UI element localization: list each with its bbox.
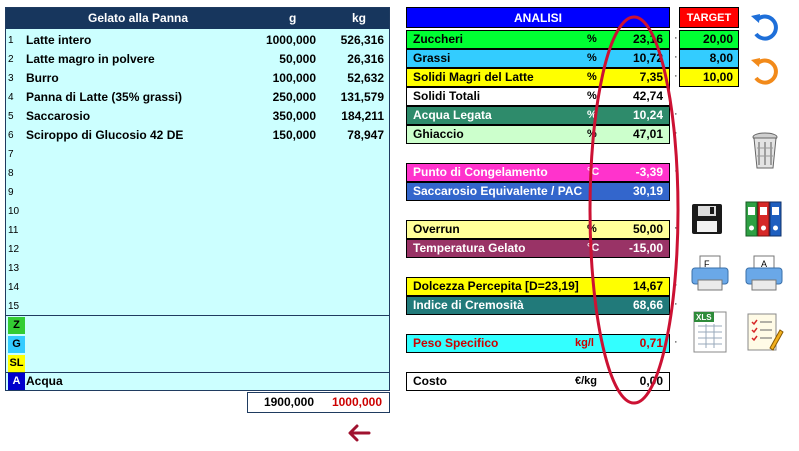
analysis-label: Peso Specifico bbox=[413, 336, 499, 350]
ingredient-name[interactable]: Burro bbox=[26, 69, 251, 88]
recipe-row[interactable]: 6 Sciroppo di Glucosio 42 DE 150,000 78,947 bbox=[6, 126, 389, 145]
row-number: 9 bbox=[8, 187, 14, 198]
undo-icon[interactable] bbox=[748, 10, 782, 44]
analysis-label: Dolcezza Percepita [D=23,19] bbox=[413, 279, 579, 293]
recipe-row[interactable]: 3 Burro 100,000 52,632 bbox=[6, 69, 389, 88]
row-number: 10 bbox=[8, 206, 20, 217]
row-number: 6 bbox=[8, 130, 14, 141]
ingredient-kg: 78,947 bbox=[347, 128, 384, 142]
ingredient-kg: 26,316 bbox=[347, 52, 384, 66]
row-number: 4 bbox=[8, 92, 14, 103]
total-g: 1900,000 bbox=[263, 395, 314, 409]
analysis-label: Grassi bbox=[413, 51, 451, 65]
total-kg: 1000,000 bbox=[331, 395, 382, 409]
ingredient-name[interactable]: Latte magro in polvere bbox=[26, 50, 251, 69]
analysis-label: Indice di Cremosità bbox=[413, 298, 524, 312]
recipe-row[interactable]: 11 bbox=[6, 221, 389, 240]
row-number: 14 bbox=[8, 282, 20, 293]
row-number: 5 bbox=[8, 111, 14, 122]
back-arrow-icon[interactable] bbox=[345, 423, 375, 445]
recipe-table: Gelato alla Panna g kg 1 Latte intero 1000… bbox=[5, 7, 390, 391]
row-number: 11 bbox=[8, 225, 19, 236]
recipe-row[interactable]: 4 Panna di Latte (35% grassi) 250,000 131,5… bbox=[6, 88, 389, 107]
row-number: 13 bbox=[8, 263, 20, 274]
recipe-row[interactable]: 8 bbox=[6, 164, 389, 183]
ingredient-name[interactable]: Saccarosio bbox=[26, 107, 251, 126]
ingredient-grams[interactable]: 150,000 bbox=[226, 126, 316, 145]
recipe-row[interactable]: 1 Latte intero 1000,000 526,316 bbox=[6, 31, 389, 50]
print-a-icon[interactable]: A bbox=[744, 254, 784, 294]
notepad-icon[interactable] bbox=[744, 310, 784, 354]
analysis-label: Saccarosio Equivalente / PAC bbox=[413, 184, 583, 198]
ingredient-kg: 184,211 bbox=[341, 109, 384, 123]
trash-icon[interactable] bbox=[748, 128, 782, 172]
row-number: 7 bbox=[8, 149, 14, 160]
row-number: 12 bbox=[8, 244, 20, 255]
target-value[interactable]: 8,00 bbox=[679, 49, 739, 68]
recipe-row[interactable]: 14 bbox=[6, 278, 389, 297]
target-value[interactable]: 10,00 bbox=[679, 68, 739, 87]
badge-g: G bbox=[8, 336, 25, 353]
analysis-label: Solidi Magri del Latte bbox=[413, 70, 534, 84]
row-number: 2 bbox=[8, 54, 14, 65]
ingredient-kg: 52,632 bbox=[347, 71, 384, 85]
ingredient-grams[interactable]: 50,000 bbox=[226, 50, 316, 69]
analysis-label: Acqua Legata bbox=[413, 108, 492, 122]
analysis-label: Costo bbox=[413, 374, 447, 388]
row-number: 3 bbox=[8, 73, 14, 84]
recipe-row[interactable]: 12 bbox=[6, 240, 389, 259]
col-g-header: g bbox=[289, 11, 297, 25]
water-label: Acqua bbox=[26, 374, 63, 388]
ingredient-kg: 526,316 bbox=[340, 33, 384, 47]
analysis-label: Overrun bbox=[413, 222, 460, 236]
separator bbox=[6, 315, 389, 316]
svg-text:XLS: XLS bbox=[696, 313, 712, 322]
ingredient-name[interactable]: Latte intero bbox=[26, 31, 251, 50]
recipe-row[interactable]: 7 bbox=[6, 145, 389, 164]
ingredient-kg: 131,579 bbox=[340, 90, 384, 104]
badge-a: A bbox=[8, 373, 25, 390]
badge-z: Z bbox=[8, 317, 25, 334]
analysis-label: Solidi Totali bbox=[413, 89, 481, 103]
binders-icon[interactable] bbox=[744, 198, 784, 238]
water-row[interactable]: Acqua A bbox=[6, 372, 389, 391]
row-number: 8 bbox=[8, 168, 14, 179]
print-f-icon[interactable]: F bbox=[690, 254, 730, 294]
ingredient-grams[interactable]: 350,000 bbox=[226, 107, 316, 126]
badge-sl: SL bbox=[8, 355, 25, 372]
row-number: 15 bbox=[8, 301, 20, 312]
ingredient-name[interactable]: Panna di Latte (35% grassi) bbox=[26, 88, 251, 107]
ingredient-grams[interactable]: 100,000 bbox=[226, 69, 316, 88]
annotation-oval bbox=[588, 15, 680, 405]
ingredient-grams[interactable]: 250,000 bbox=[226, 88, 316, 107]
ingredient-grams[interactable]: 1000,000 bbox=[226, 31, 316, 50]
target-value[interactable]: 20,00 bbox=[679, 30, 739, 49]
recipe-row[interactable]: 5 Saccarosio 350,000 184,211 bbox=[6, 107, 389, 126]
analysis-label: Zuccheri bbox=[413, 32, 464, 46]
col-kg-header: kg bbox=[352, 11, 367, 25]
analysis-label: Punto di Congelamento bbox=[413, 165, 548, 179]
redo-icon[interactable] bbox=[748, 54, 782, 88]
recipe-row[interactable]: 10 bbox=[6, 202, 389, 221]
excel-icon[interactable]: XLS bbox=[690, 310, 730, 354]
recipe-row[interactable]: 15 bbox=[6, 297, 389, 316]
recipe-row[interactable]: 9 bbox=[6, 183, 389, 202]
recipe-header: Gelato alla Panna g kg bbox=[6, 8, 389, 29]
recipe-row[interactable]: 13 bbox=[6, 259, 389, 278]
analysis-label: Temperatura Gelato bbox=[413, 241, 526, 255]
recipe-title: Gelato alla Panna bbox=[88, 11, 189, 25]
ingredient-name[interactable]: Sciroppo di Glucosio 42 DE bbox=[26, 126, 251, 145]
save-icon[interactable] bbox=[690, 202, 724, 236]
target-header: TARGET bbox=[679, 7, 739, 28]
recipe-row[interactable]: 2 Latte magro in polvere 50,000 26,316 bbox=[6, 50, 389, 69]
analysis-label: Ghiaccio bbox=[413, 127, 464, 141]
totals-row: 1900,000 1000,000 bbox=[247, 392, 390, 413]
row-number: 1 bbox=[8, 35, 14, 46]
